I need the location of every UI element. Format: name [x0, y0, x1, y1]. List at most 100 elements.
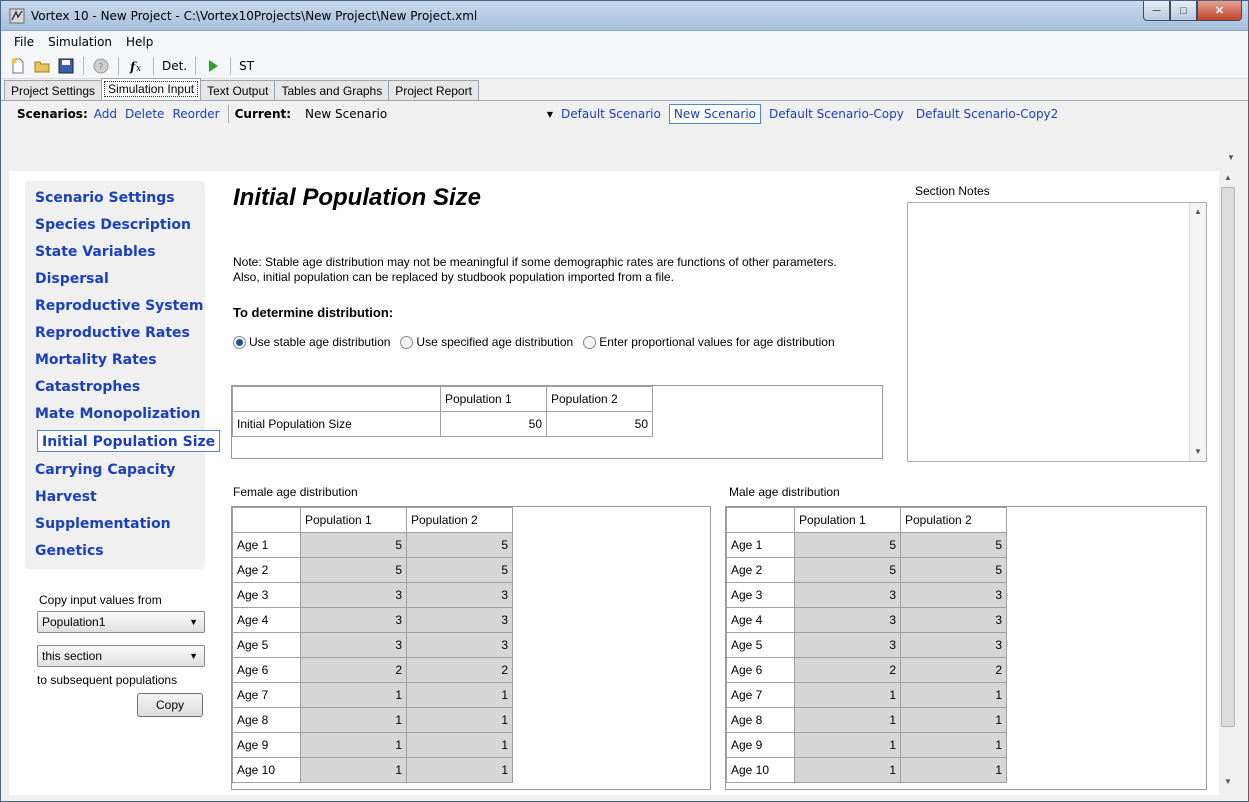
- grid-cell[interactable]: 3: [406, 632, 513, 658]
- section-notes-textarea[interactable]: ▲ ▼: [907, 202, 1207, 462]
- grid-cell[interactable]: 2: [300, 657, 407, 683]
- grid-cell[interactable]: 5: [900, 557, 1007, 583]
- add-scenario-link[interactable]: Add: [94, 107, 117, 121]
- grid-cell[interactable]: 5: [900, 532, 1007, 558]
- grid-cell[interactable]: 3: [900, 607, 1007, 633]
- scenario-tab-default-copy2[interactable]: Default Scenario-Copy2: [912, 105, 1062, 123]
- scroll-up-icon[interactable]: ▲: [1194, 207, 1202, 216]
- scroll-up-icon[interactable]: ▲: [1224, 173, 1232, 182]
- grid-cell[interactable]: 1: [406, 757, 513, 783]
- grid-cell[interactable]: 3: [794, 607, 901, 633]
- grid-cell[interactable]: 3: [406, 607, 513, 633]
- grid-cell[interactable]: 3: [300, 582, 407, 608]
- radio-proportional[interactable]: Enter proportional values for age distri…: [583, 335, 835, 349]
- save-icon[interactable]: [57, 57, 75, 75]
- nav-mate-monopolization[interactable]: Mate Monopolization: [31, 403, 204, 425]
- grid-cell[interactable]: 2: [794, 657, 901, 683]
- nav-genetics[interactable]: Genetics: [31, 540, 108, 562]
- grid-cell[interactable]: 1: [794, 732, 901, 758]
- current-scenario-select[interactable]: New Scenario ▼: [301, 104, 557, 124]
- grid-cell[interactable]: 1: [406, 707, 513, 733]
- nav-dispersal[interactable]: Dispersal: [31, 268, 113, 290]
- copy-button[interactable]: Copy: [137, 693, 203, 717]
- scenario-overflow-icon[interactable]: ▼: [1227, 153, 1235, 162]
- scrollbar-thumb[interactable]: [1221, 187, 1235, 727]
- grid-cell[interactable]: 1: [794, 757, 901, 783]
- grid-cell[interactable]: 1: [406, 682, 513, 708]
- grid-cell[interactable]: 5: [300, 557, 407, 583]
- grid-cell[interactable]: 1: [300, 732, 407, 758]
- grid-cell[interactable]: 3: [900, 632, 1007, 658]
- grid-cell[interactable]: 3: [300, 632, 407, 658]
- grid-cell[interactable]: 5: [300, 532, 407, 558]
- nav-scenario-settings[interactable]: Scenario Settings: [31, 187, 179, 209]
- grid-cell[interactable]: 3: [900, 582, 1007, 608]
- radio-button[interactable]: [400, 335, 414, 349]
- nav-harvest[interactable]: Harvest: [31, 486, 101, 508]
- grid-cell[interactable]: 5: [406, 532, 513, 558]
- copy-population-select[interactable]: Population1 ▼: [37, 611, 205, 633]
- grid-cell[interactable]: 5: [406, 557, 513, 583]
- delete-scenario-link[interactable]: Delete: [125, 107, 164, 121]
- tab-project-report[interactable]: Project Report: [388, 80, 479, 100]
- nav-reproductive-rates[interactable]: Reproductive Rates: [31, 322, 194, 344]
- grid-cell[interactable]: 5: [794, 532, 901, 558]
- scenario-tab-default-copy[interactable]: Default Scenario-Copy: [765, 105, 908, 123]
- nav-mortality-rates[interactable]: Mortality Rates: [31, 349, 161, 371]
- radio-stable-age[interactable]: Use stable age distribution: [233, 335, 390, 349]
- copy-section-select[interactable]: this section ▼: [37, 645, 205, 667]
- grid-cell[interactable]: 1: [900, 757, 1007, 783]
- nav-reproductive-system[interactable]: Reproductive System: [31, 295, 207, 317]
- grid-cell[interactable]: 50: [440, 411, 547, 437]
- st-button[interactable]: ST: [239, 59, 254, 73]
- grid-cell[interactable]: 1: [300, 682, 407, 708]
- nav-species-description[interactable]: Species Description: [31, 214, 195, 236]
- open-folder-icon[interactable]: [33, 57, 51, 75]
- scenario-tab-new[interactable]: New Scenario: [668, 104, 762, 124]
- nav-catastrophes[interactable]: Catastrophes: [31, 376, 144, 398]
- grid-cell[interactable]: 2: [900, 657, 1007, 683]
- nav-carrying-capacity[interactable]: Carrying Capacity: [31, 459, 179, 481]
- scenario-tab-default[interactable]: Default Scenario: [557, 105, 665, 123]
- menu-file[interactable]: File: [7, 35, 41, 49]
- radio-button-selected[interactable]: [233, 335, 246, 349]
- maximize-button[interactable]: □: [1170, 1, 1197, 21]
- grid-cell[interactable]: 1: [300, 757, 407, 783]
- scroll-down-icon[interactable]: ▼: [1224, 777, 1232, 786]
- grid-cell[interactable]: 5: [794, 557, 901, 583]
- grid-cell[interactable]: 1: [900, 707, 1007, 733]
- radio-specified-age[interactable]: Use specified age distribution: [400, 335, 573, 349]
- menu-simulation[interactable]: Simulation: [41, 35, 119, 49]
- grid-cell[interactable]: 1: [900, 732, 1007, 758]
- grid-cell[interactable]: 1: [300, 707, 407, 733]
- nav-state-variables[interactable]: State Variables: [31, 241, 160, 263]
- tab-tables-and-graphs[interactable]: Tables and Graphs: [274, 80, 390, 100]
- grid-cell[interactable]: 3: [300, 607, 407, 633]
- grid-cell[interactable]: 1: [900, 682, 1007, 708]
- grid-cell[interactable]: 3: [794, 582, 901, 608]
- deterministic-button[interactable]: Det.: [162, 59, 187, 73]
- scroll-down-icon[interactable]: ▼: [1194, 447, 1202, 456]
- tab-simulation-input[interactable]: Simulation Input: [101, 78, 202, 100]
- grid-cell[interactable]: 1: [406, 732, 513, 758]
- tab-text-output[interactable]: Text Output: [200, 80, 276, 100]
- help-icon[interactable]: ?: [92, 57, 110, 75]
- reorder-scenario-link[interactable]: Reorder: [172, 107, 219, 121]
- grid-cell[interactable]: 50: [546, 411, 653, 437]
- minimize-button[interactable]: ─: [1143, 1, 1170, 21]
- radio-button[interactable]: [583, 335, 597, 349]
- nav-initial-population-size[interactable]: Initial Population Size: [37, 430, 221, 452]
- grid-cell[interactable]: 3: [406, 582, 513, 608]
- grid-cell[interactable]: 1: [794, 707, 901, 733]
- run-play-icon[interactable]: [204, 57, 222, 75]
- tab-project-settings[interactable]: Project Settings: [4, 80, 103, 100]
- grid-cell[interactable]: 3: [794, 632, 901, 658]
- new-file-icon[interactable]: [9, 57, 27, 75]
- menu-help[interactable]: Help: [119, 35, 160, 49]
- grid-cell[interactable]: 2: [406, 657, 513, 683]
- main-scrollbar[interactable]: ▲ ▼: [1219, 169, 1237, 795]
- grid-cell[interactable]: 1: [794, 682, 901, 708]
- close-button[interactable]: ✕: [1197, 1, 1242, 21]
- function-icon[interactable]: fx: [127, 57, 145, 75]
- notes-scrollbar[interactable]: ▲ ▼: [1189, 203, 1206, 461]
